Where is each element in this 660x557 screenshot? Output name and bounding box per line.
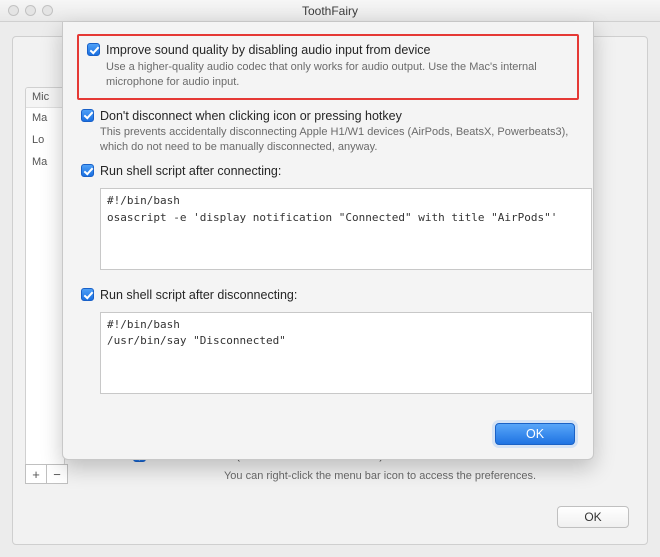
option-improve-sound: Improve sound quality by disabling audio… (87, 42, 569, 90)
option-connect-script: Run shell script after connecting: (81, 163, 575, 180)
highlighted-option: Improve sound quality by disabling audio… (77, 34, 579, 100)
remove-button[interactable]: − (46, 464, 68, 484)
disconnect-script-input[interactable] (100, 312, 592, 394)
advanced-sheet: Improve sound quality by disabling audio… (62, 22, 594, 460)
list-item[interactable]: Lo (26, 130, 64, 152)
disconnect-script-checkbox[interactable] (81, 288, 94, 301)
dont-disconnect-checkbox[interactable] (81, 109, 94, 122)
ok-label: OK (526, 427, 544, 441)
add-remove-controls: + − (25, 464, 68, 484)
close-icon[interactable] (8, 5, 19, 16)
improve-sound-label: Improve sound quality by disabling audio… (106, 42, 569, 59)
list-item[interactable]: Ma (26, 152, 64, 174)
list-item[interactable]: Ma (26, 108, 64, 130)
improve-sound-checkbox[interactable] (87, 43, 100, 56)
device-list[interactable]: Mic Ma Lo Ma (25, 87, 65, 466)
device-list-header: Mic (26, 88, 64, 108)
preferences-ok-button[interactable]: OK (557, 506, 629, 528)
dont-disconnect-desc: This prevents accidentally disconnecting… (100, 125, 575, 155)
option-disconnect-script: Run shell script after disconnecting: (81, 287, 575, 304)
connect-script-input[interactable] (100, 188, 592, 270)
window-title: ToothFairy (8, 4, 652, 18)
preferences-hint: You can right-click the menu bar icon to… (133, 470, 627, 482)
ok-label: OK (584, 510, 601, 524)
add-button[interactable]: + (25, 464, 47, 484)
minimize-icon[interactable] (25, 5, 36, 16)
sheet-ok-button[interactable]: OK (495, 423, 575, 445)
dont-disconnect-label: Don't disconnect when clicking icon or p… (100, 108, 575, 125)
titlebar: ToothFairy (0, 0, 660, 22)
zoom-icon[interactable] (42, 5, 53, 16)
connect-script-checkbox[interactable] (81, 164, 94, 177)
option-dont-disconnect: Don't disconnect when clicking icon or p… (81, 108, 575, 156)
disconnect-script-label: Run shell script after disconnecting: (100, 287, 575, 304)
window-controls (8, 5, 53, 16)
connect-script-label: Run shell script after connecting: (100, 163, 575, 180)
improve-sound-desc: Use a higher-quality audio codec that on… (106, 60, 569, 90)
